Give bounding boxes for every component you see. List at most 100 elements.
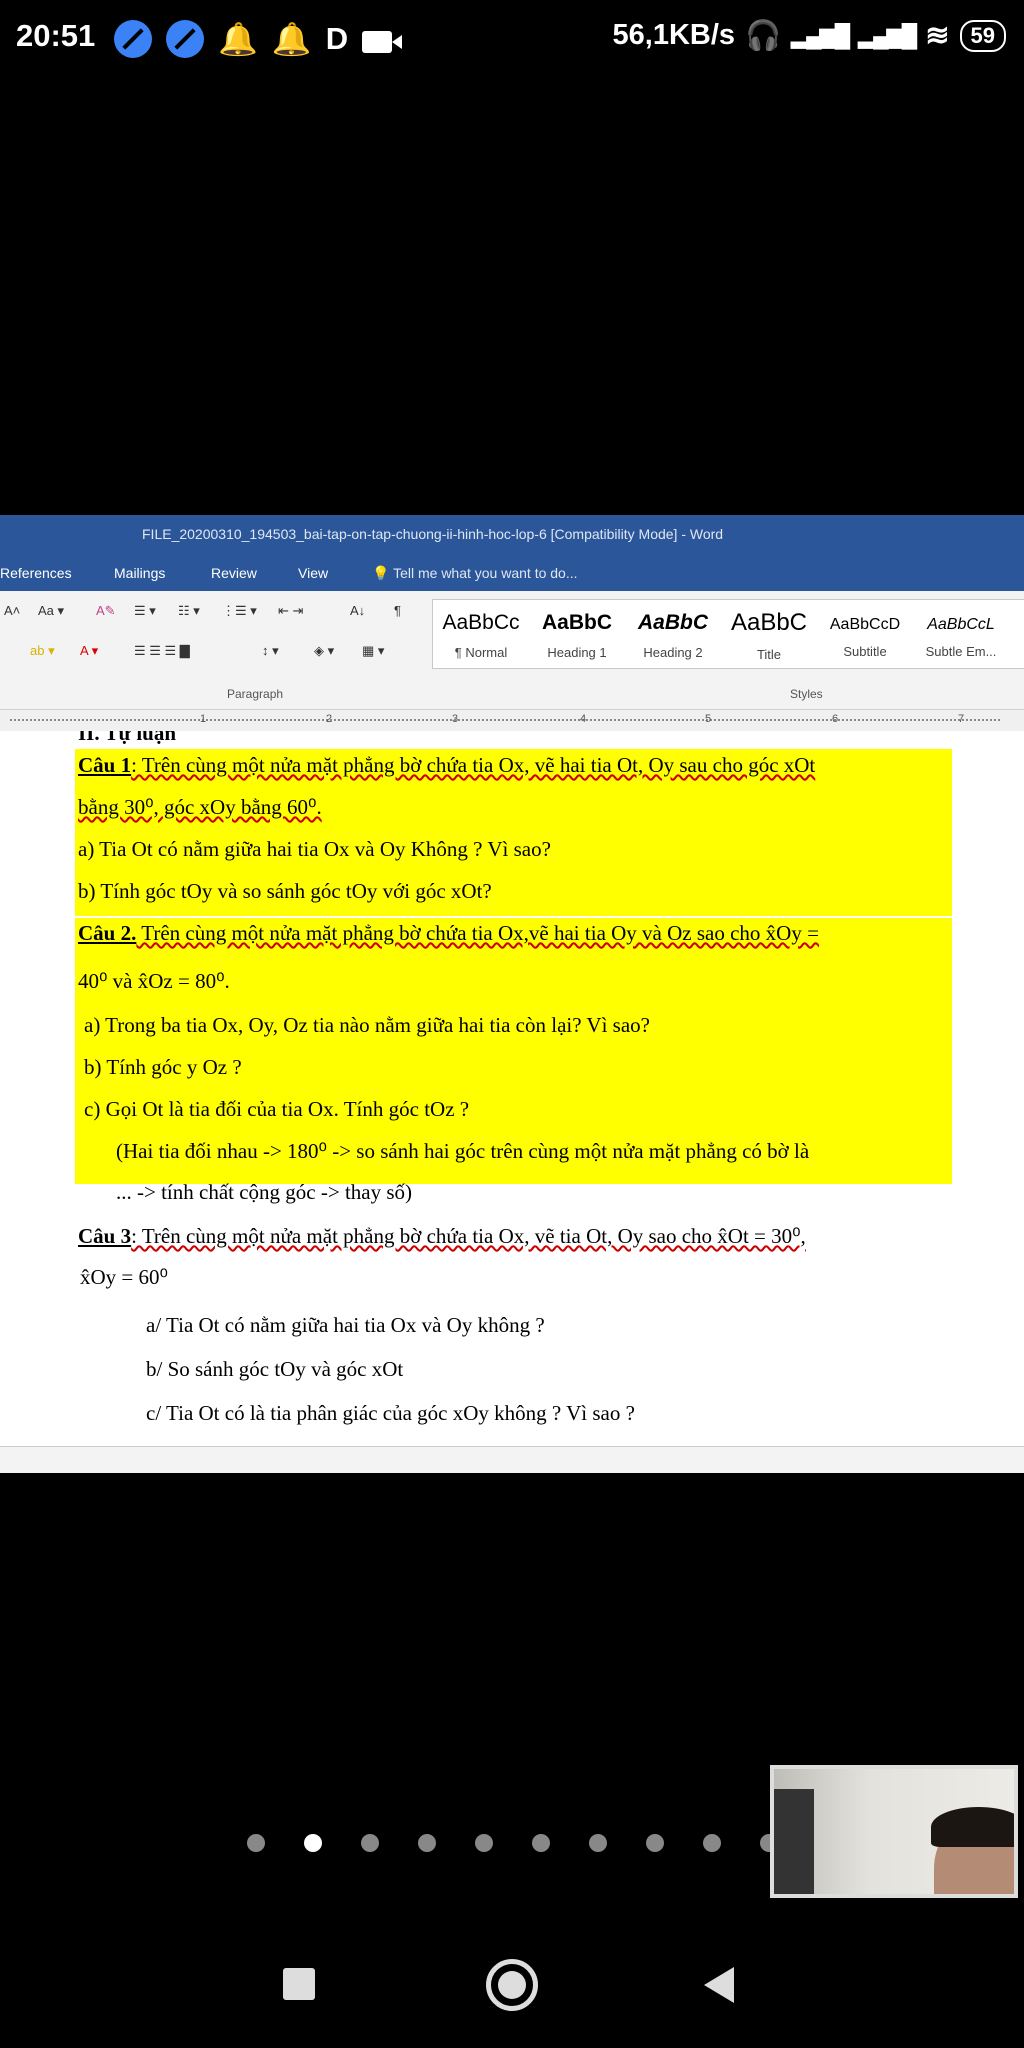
question-3-b: b/ So sánh góc tOy và góc xOt xyxy=(146,1357,404,1381)
wifi-icon: ≋ xyxy=(925,20,950,52)
page-dot[interactable] xyxy=(532,1834,550,1852)
numbering-icon[interactable]: ☷ ▾ xyxy=(178,603,200,619)
tab-references[interactable]: References xyxy=(0,565,72,581)
ruler-mark: 6 xyxy=(832,713,839,725)
question-3-label: Câu 3 xyxy=(78,1224,132,1248)
status-notification-icons: 🔔 🔔 D xyxy=(114,20,403,58)
group-label-styles: Styles xyxy=(790,687,823,701)
status-time: 20:51 xyxy=(16,18,96,53)
bullets-icon[interactable]: ☰ ▾ xyxy=(134,603,156,619)
pilcrow-icon[interactable]: ¶ xyxy=(394,603,401,618)
question-2-b: b) Tính góc y Oz ? xyxy=(84,1055,242,1079)
headphones-icon: 🎧 xyxy=(745,19,782,52)
ruler-mark: 7 xyxy=(958,713,965,725)
signal-icon: ▂▄▆█ xyxy=(858,22,917,48)
question-2-a: a) Trong ba tia Ox, Oy, Oz tia nào nằm g… xyxy=(84,1013,650,1037)
question-1-text: : Trên cùng một nửa mặt phẳng bờ chứa ti… xyxy=(131,753,816,777)
page-dot[interactable] xyxy=(646,1834,664,1852)
tab-mailings[interactable]: Mailings xyxy=(114,565,165,581)
ruler-track xyxy=(10,719,1000,721)
page-dot[interactable] xyxy=(247,1834,265,1852)
tab-view[interactable]: View xyxy=(298,565,328,581)
tell-me-text: Tell me what you want to do... xyxy=(393,565,578,581)
line-spacing-icon[interactable]: ↕ ▾ xyxy=(262,643,279,659)
font-grow-icon[interactable]: A˄ xyxy=(4,603,20,618)
page-dot[interactable] xyxy=(361,1834,379,1852)
page-indicator xyxy=(247,1834,778,1852)
style-name: Subtitle xyxy=(843,644,887,659)
styles-gallery: AaBbCc ¶ Normal AaBbC Heading 1 AaBbC He… xyxy=(432,599,1024,669)
question-2-hint: (Hai tia đối nhau -> 180⁰ -> so sánh hai… xyxy=(116,1139,810,1163)
section-heading: II. Tự luận xyxy=(78,731,177,745)
clear-format-icon[interactable]: A✎ xyxy=(96,603,116,619)
style-name: Title xyxy=(756,647,782,662)
ruler-mark: 2 xyxy=(326,713,333,725)
window-title: FILE_20200310_194503_bai-tap-on-tap-chuo… xyxy=(142,526,724,542)
question-2-text2: 40⁰ và x̂Oz = 80⁰. xyxy=(78,969,230,993)
recents-button[interactable] xyxy=(283,1968,315,2000)
question-1-text2: bằng 30⁰, góc xOy bằng 60⁰. xyxy=(78,795,322,819)
ruler-mark: 5 xyxy=(705,713,712,725)
indent-icon[interactable]: ⇤ ⇥ xyxy=(278,603,303,619)
question-3-c: c/ Tia Ot có là tia phân giác của góc xO… xyxy=(146,1401,635,1425)
camera-door xyxy=(774,1789,814,1894)
sort-icon[interactable]: A↓ xyxy=(350,603,365,618)
style-name: Heading 2 xyxy=(643,645,703,660)
tell-me-search[interactable]: 💡 Tell me what you want to do... xyxy=(372,565,578,582)
signal-icon: ▂▄▆█ xyxy=(791,22,850,48)
question-3-line: Câu 3: Trên cùng một nửa mặt phẳng bờ ch… xyxy=(78,1224,806,1249)
question-2-text: Trên cùng một nửa mặt phẳng bờ chứa tia … xyxy=(136,921,819,945)
style-title[interactable]: AaBbC Title xyxy=(721,600,817,668)
borders-icon[interactable]: ▦ ▾ xyxy=(362,643,384,659)
style-preview: AaBbCcL xyxy=(927,616,995,633)
status-right: 56,1KB/s 🎧 ▂▄▆█ ▂▄▆█ ≋ 59 xyxy=(613,18,1006,53)
style-preview: AaBbC xyxy=(541,611,612,634)
camera-hair xyxy=(931,1807,1014,1847)
style-heading-1[interactable]: AaBbC Heading 1 xyxy=(529,600,625,668)
page-dot[interactable] xyxy=(703,1834,721,1852)
title-bar: FILE_20200310_194503_bai-tap-on-tap-chuo… xyxy=(0,515,1024,555)
shading-icon[interactable]: ◈ ▾ xyxy=(314,643,334,659)
style-normal[interactable]: AaBbCc ¶ Normal xyxy=(433,600,529,668)
video-camera-icon xyxy=(362,31,403,53)
style-preview: AaBbCcD xyxy=(829,616,901,633)
style-heading-2[interactable]: AaBbC Heading 2 xyxy=(625,600,721,668)
question-3-text2: x̂Oy = 60⁰ xyxy=(80,1265,168,1289)
page-dot-active[interactable] xyxy=(304,1834,322,1852)
ruler-mark: 1 xyxy=(200,713,207,725)
multilevel-list-icon[interactable]: ⋮☰ ▾ xyxy=(222,603,257,619)
page-dot[interactable] xyxy=(475,1834,493,1852)
font-color-icon[interactable]: A ▾ xyxy=(80,643,98,659)
ruler-mark: 4 xyxy=(580,713,587,725)
style-subtitle[interactable]: AaBbCcD Subtitle xyxy=(817,600,913,668)
ruler-mark: 3 xyxy=(452,713,459,725)
battery-icon: 59 xyxy=(959,19,1006,52)
style-preview: AaBbC xyxy=(637,611,708,634)
page-dot[interactable] xyxy=(418,1834,436,1852)
menu-bar: References Mailings Review View 💡 Tell m… xyxy=(0,555,1024,591)
question-1-a: a) Tia Ot có nằm giữa hai tia Ox và Oy K… xyxy=(78,837,551,861)
align-icons[interactable]: ☰ ☰ ☰ ▇ xyxy=(134,643,190,659)
style-subtle-emphasis[interactable]: AaBbCcL Subtle Em... xyxy=(913,600,1009,668)
ribbon: A˄ Aa ▾ A✎ ☰ ▾ ☷ ▾ ⋮☰ ▾ ⇤ ⇥ A↓ ¶ ab ▾ A … xyxy=(0,591,1024,710)
back-button[interactable] xyxy=(704,1967,734,2003)
style-name: Subtle Em... xyxy=(925,644,997,659)
blocked-icon xyxy=(114,20,152,58)
home-button[interactable] xyxy=(486,1959,538,2011)
style-name: ¶ Normal xyxy=(454,645,508,660)
self-camera-preview[interactable] xyxy=(770,1765,1018,1898)
question-1-line: Câu 1: Trên cùng một nửa mặt phẳng bờ ch… xyxy=(78,753,815,778)
word-status-bar xyxy=(0,1446,1024,1473)
tab-review[interactable]: Review xyxy=(211,565,257,581)
d-app-icon: D xyxy=(325,21,349,56)
ruler: 1 2 3 4 5 6 7 xyxy=(0,710,1024,733)
font-case-icon[interactable]: Aa ▾ xyxy=(38,603,64,619)
question-2-c: c) Gọi Ot là tia đối của tia Ox. Tính gó… xyxy=(84,1097,470,1121)
question-2-hint2: ... -> tính chất cộng góc -> thay số) xyxy=(116,1180,413,1204)
highlight-color-icon[interactable]: ab ▾ xyxy=(30,643,55,659)
navigation-bar xyxy=(0,1930,1024,2048)
word-window: FILE_20200310_194503_bai-tap-on-tap-chuo… xyxy=(0,515,1024,1473)
page-dot[interactable] xyxy=(589,1834,607,1852)
question-2-line: Câu 2. Trên cùng một nửa mặt phẳng bờ ch… xyxy=(78,921,819,946)
bell-icon: 🔔 xyxy=(218,21,258,57)
